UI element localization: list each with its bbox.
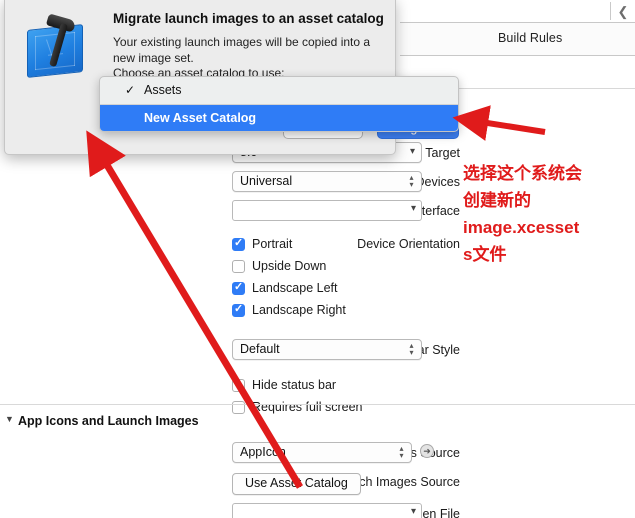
menu-item-new-asset-catalog-label: New Asset Catalog: [144, 111, 257, 125]
use-asset-catalog-label: Use Asset Catalog: [232, 473, 361, 495]
row-device-orientation: Device Orientation Portrait: [0, 235, 460, 257]
toolbar-separator: [610, 2, 611, 20]
status-bar-style-value: Default: [240, 342, 280, 356]
checkbox-upside-down[interactable]: [232, 260, 245, 273]
asset-catalog-popup-menu: ✓ Assets New Asset Catalog: [99, 76, 459, 132]
chevron-down-icon: ▾: [409, 146, 415, 157]
checkbox-landscape-right[interactable]: [232, 302, 245, 317]
app-icons-source-value: AppIcon: [240, 445, 286, 459]
chevron-right-icon[interactable]: ❮: [615, 4, 631, 20]
arrow-right-circle-icon[interactable]: ➜: [420, 444, 434, 458]
main-interface-combo[interactable]: ▾: [232, 200, 422, 221]
app-icons-form: App Icons Source AppIcon ▴▾ Launch Image…: [0, 440, 460, 518]
row-hide-status-bar: Hide status bar: [0, 376, 460, 398]
annotation-line-3: image.xcesset: [463, 218, 580, 237]
section-divider: [0, 404, 635, 405]
label-portrait: Portrait: [252, 237, 293, 251]
devices-popup[interactable]: Universal ▴ ▾: [232, 171, 422, 192]
chevron-down-icon[interactable]: ▾: [411, 203, 416, 214]
label-landscape-left: Landscape Left: [252, 281, 338, 295]
target-general-form: Deployment Target 8.0 ▾ Devices Universa…: [0, 140, 460, 420]
section-title-app-icons: App Icons and Launch Images: [18, 414, 199, 428]
sheet-body-line1: Your existing launch images will be copi…: [113, 35, 371, 65]
app-icons-source-popup[interactable]: AppIcon ▴ ▾: [232, 442, 412, 463]
annotation-line-2: 创建新的: [463, 191, 531, 210]
row-launch-screen-file: Launch Screen File ▾: [0, 501, 460, 518]
checkmark-icon: ✓: [125, 83, 136, 97]
row-status-bar-style: Status Bar Style Default ▴▾: [0, 337, 460, 366]
row-main-interface: Main Interface ▾: [0, 198, 460, 227]
row-devices: Devices Universal ▴ ▾: [0, 169, 460, 198]
checkbox-requires-full-screen[interactable]: [232, 401, 245, 414]
triangle-down-icon[interactable]: ▼: [5, 414, 14, 424]
row-landscape-right: Landscape Right: [0, 301, 460, 323]
row-landscape-left: Landscape Left: [0, 279, 460, 301]
status-bar-style-popup[interactable]: Default ▴ ▾: [232, 339, 422, 360]
screen: Build Rules ❮ Deployment Target 8.0 ▾ De…: [0, 0, 635, 518]
annotation-line-1: 选择这个系统会: [463, 164, 582, 183]
updown-stepper-icon: ▴ ▾: [399, 444, 404, 460]
menu-item-new-asset-catalog[interactable]: New Asset Catalog: [100, 105, 458, 131]
menu-item-assets-label: Assets: [144, 83, 182, 97]
tab-build-rules[interactable]: Build Rules: [498, 31, 562, 45]
devices-value: Universal: [240, 174, 293, 188]
annotation-line-4: s文件: [463, 245, 507, 264]
editor-tab-bar: Build Rules: [400, 22, 635, 56]
checkbox-portrait[interactable]: [232, 236, 245, 251]
menu-item-assets[interactable]: ✓ Assets: [100, 77, 458, 104]
sheet-body: Your existing launch images will be copi…: [113, 35, 391, 82]
sheet-title: Migrate launch images to an asset catalo…: [113, 11, 384, 26]
row-upside-down: Upside Down: [0, 257, 460, 279]
updown-stepper-icon: ▴ ▾: [409, 341, 414, 357]
xcode-app-icon: [21, 11, 93, 83]
chevron-down-icon[interactable]: ▾: [411, 506, 416, 517]
label-landscape-right: Landscape Right: [252, 303, 346, 317]
annotation-text: 选择这个系统会 创建新的 image.xcesset s文件: [463, 160, 635, 268]
use-asset-catalog-button[interactable]: Use Asset Catalog: [232, 473, 361, 495]
checkbox-hide-status-bar[interactable]: [232, 379, 245, 392]
label-hide-status-bar: Hide status bar: [252, 378, 337, 392]
updown-stepper-icon: ▴ ▾: [409, 173, 414, 189]
checkbox-landscape-left[interactable]: [232, 280, 245, 295]
row-launch-images-source: Launch Images Source Use Asset Catalog: [0, 469, 460, 501]
row-app-icons-source: App Icons Source AppIcon ▴▾: [0, 440, 460, 469]
launch-screen-file-combo[interactable]: ▾: [232, 503, 422, 518]
label-upside-down: Upside Down: [252, 259, 327, 273]
label-requires-full-screen: Requires full screen: [252, 400, 363, 414]
